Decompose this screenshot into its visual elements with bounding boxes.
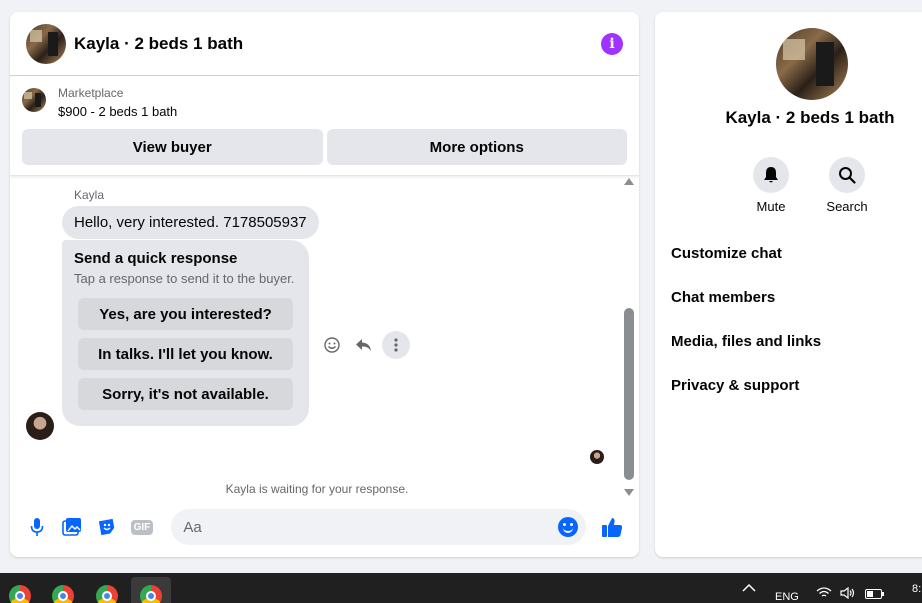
message-bubble[interactable]: Hello, very interested. 7178505937 <box>62 206 319 239</box>
message-input[interactable] <box>183 518 559 536</box>
marketplace-label: Marketplace <box>58 86 124 100</box>
clock[interactable]: 8: <box>912 583 921 595</box>
sticker-icon[interactable] <box>90 509 125 545</box>
battery-icon[interactable] <box>865 589 885 602</box>
scroll-up-arrow-icon[interactable] <box>624 178 634 185</box>
like-icon[interactable] <box>594 509 629 545</box>
taskbar: ENG 8: <box>0 573 922 603</box>
chat-title[interactable]: Kayla · 2 beds 1 bath <box>74 34 601 54</box>
quick-response-option[interactable]: Yes, are you interested? <box>78 298 293 330</box>
info-actions: Mute Search <box>751 157 868 214</box>
chrome-icon <box>96 585 118 603</box>
marketplace-listing[interactable]: Marketplace $900 - 2 beds 1 bath <box>10 76 639 119</box>
listing-actions: View buyer More options <box>10 119 639 176</box>
taskbar-chrome-app[interactable] <box>43 577 83 603</box>
quick-response-option[interactable]: Sorry, it's not available. <box>78 378 293 410</box>
react-icon[interactable] <box>318 331 346 359</box>
info-menu: Customize chat Chat members Media, files… <box>671 234 821 410</box>
language-indicator[interactable]: ENG <box>775 591 799 603</box>
listing-price: $900 - 2 beds 1 bath <box>58 104 178 119</box>
reply-icon[interactable] <box>350 331 378 359</box>
sender-avatar[interactable] <box>26 412 54 440</box>
more-actions-icon[interactable] <box>382 331 410 359</box>
privacy-support-item[interactable]: Privacy & support <box>671 366 821 410</box>
photo-icon[interactable] <box>55 509 90 545</box>
seen-receipt-avatar <box>590 450 604 464</box>
customize-chat-item[interactable]: Customize chat <box>671 234 821 278</box>
message-actions <box>318 331 410 359</box>
chat-members-item[interactable]: Chat members <box>671 278 821 322</box>
scroll-down-arrow-icon[interactable] <box>624 489 634 496</box>
microphone-icon[interactable] <box>20 509 55 545</box>
gif-icon[interactable]: GIF <box>125 509 160 545</box>
taskbar-chrome-app[interactable] <box>0 577 40 603</box>
composer: GIF <box>10 497 639 557</box>
chat-panel: Kayla · 2 beds 1 bath i Marketplace $900… <box>10 12 639 557</box>
quick-response-option[interactable]: In talks. I'll let you know. <box>78 338 293 370</box>
search-icon <box>829 157 865 193</box>
bell-icon <box>753 157 789 193</box>
quick-response-subtitle: Tap a response to send it to the buyer. <box>74 271 295 286</box>
message-list: Kayla Hello, very interested. 7178505937… <box>10 174 639 506</box>
info-icon[interactable]: i <box>601 32 623 55</box>
chrome-icon <box>52 585 74 603</box>
media-files-links-item[interactable]: Media, files and links <box>671 322 821 366</box>
more-options-button[interactable]: More options <box>326 129 627 165</box>
mute-label: Mute <box>756 199 786 214</box>
chat-info-panel: Kayla · 2 beds 1 bath Mute Search Custom… <box>655 12 922 557</box>
waiting-status: Kayla is waiting for your response. <box>225 482 409 496</box>
chat-header: Kayla · 2 beds 1 bath i <box>10 12 639 76</box>
taskbar-chrome-app-active[interactable] <box>131 577 171 603</box>
chrome-icon <box>9 585 31 603</box>
scroll-thumb[interactable] <box>624 308 634 480</box>
sender-name: Kayla <box>74 188 105 202</box>
show-hidden-icons-chevron-icon[interactable] <box>742 583 756 596</box>
emoji-icon[interactable] <box>558 517 579 537</box>
info-title: Kayla · 2 beds 1 bath <box>725 108 895 127</box>
wifi-icon[interactable] <box>816 587 832 602</box>
quick-response-title: Send a quick response <box>74 250 238 267</box>
search-label: Search <box>826 199 868 214</box>
listing-thumbnail <box>22 88 46 112</box>
mute-button[interactable]: Mute <box>751 157 791 214</box>
chrome-icon <box>140 585 162 603</box>
volume-icon[interactable] <box>840 586 856 602</box>
taskbar-chrome-app[interactable] <box>87 577 127 603</box>
scrollbar[interactable] <box>623 178 635 496</box>
quick-response-card: Send a quick response Tap a response to … <box>62 240 309 426</box>
search-button[interactable]: Search <box>826 157 868 214</box>
view-buyer-button[interactable]: View buyer <box>22 129 323 165</box>
message-input-wrapper <box>171 509 587 545</box>
info-avatar[interactable] <box>776 28 848 100</box>
listing-avatar[interactable] <box>26 23 66 64</box>
